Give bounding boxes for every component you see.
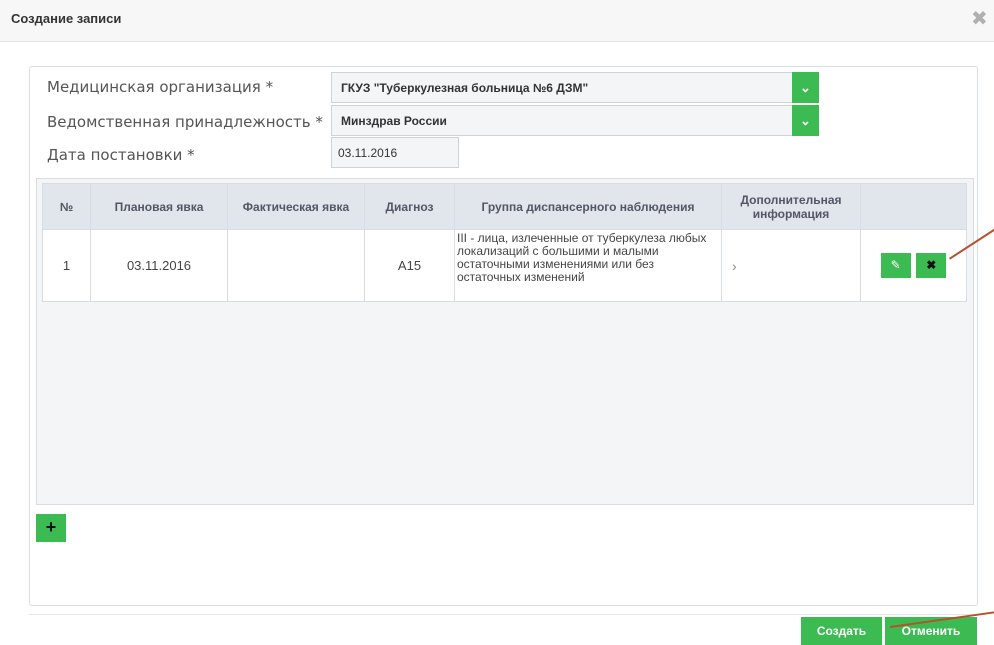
dialog-header: Создание записи ✖ xyxy=(0,0,994,42)
table-row[interactable]: 1 03.11.2016 A15 III - лица, излеченные … xyxy=(42,229,967,302)
date-field[interactable]: 03.11.2016 xyxy=(331,137,459,168)
org-label: Медицинская организация * xyxy=(47,78,274,96)
cell-num: 1 xyxy=(42,229,91,302)
records-table: № Плановая явка Фактическая явка Диагноз… xyxy=(42,183,967,302)
dialog-footer: Создать Отменить xyxy=(29,614,978,645)
close-icon[interactable]: ✖ xyxy=(971,9,988,29)
dialog-title: Создание записи xyxy=(11,11,122,26)
col-header-num: № xyxy=(42,183,91,230)
form-panel: Медицинская организация * ГКУЗ "Туберкул… xyxy=(29,66,978,606)
org-select-value: ГКУЗ "Туберкулезная больница №6 ДЗМ" xyxy=(341,81,589,95)
cell-actual xyxy=(227,229,365,302)
cell-planned: 03.11.2016 xyxy=(90,229,228,302)
org-select[interactable]: ГКУЗ "Туберкулезная больница №6 ДЗМ" ⌄ xyxy=(331,72,819,103)
table-header-row: № Плановая явка Фактическая явка Диагноз… xyxy=(42,183,967,230)
cell-actions: ✎ ✖ xyxy=(860,229,967,302)
col-header-info[interactable]: Дополнительная информация xyxy=(721,183,861,230)
create-button[interactable]: Создать xyxy=(801,617,882,645)
col-header-planned[interactable]: Плановая явка xyxy=(90,183,228,230)
col-header-group[interactable]: Группа диспансерного наблюдения xyxy=(454,183,722,230)
cell-diagnosis: A15 xyxy=(364,229,455,302)
table-container: № Плановая явка Фактическая явка Диагноз… xyxy=(36,178,974,505)
delete-icon[interactable]: ✖ xyxy=(916,253,947,278)
chevron-down-icon[interactable]: ⌄ xyxy=(792,72,819,103)
edit-icon[interactable]: ✎ xyxy=(880,253,911,278)
dept-select-value: Минздрав России xyxy=(341,114,447,128)
add-row-button[interactable]: + xyxy=(36,514,66,542)
dept-select[interactable]: Минздрав России ⌄ xyxy=(331,105,819,136)
chevron-down-icon[interactable]: ⌄ xyxy=(792,105,819,136)
cell-group: III - лица, излеченные от туберкулеза лю… xyxy=(454,229,722,302)
col-header-diagnosis[interactable]: Диагноз xyxy=(364,183,455,230)
col-header-actions xyxy=(860,183,967,230)
chevron-right-icon[interactable]: › xyxy=(721,229,861,302)
col-header-actual[interactable]: Фактическая явка xyxy=(227,183,365,230)
dept-label: Ведомственная принадлежность * xyxy=(47,113,323,131)
date-label: Дата постановки * xyxy=(47,146,195,164)
